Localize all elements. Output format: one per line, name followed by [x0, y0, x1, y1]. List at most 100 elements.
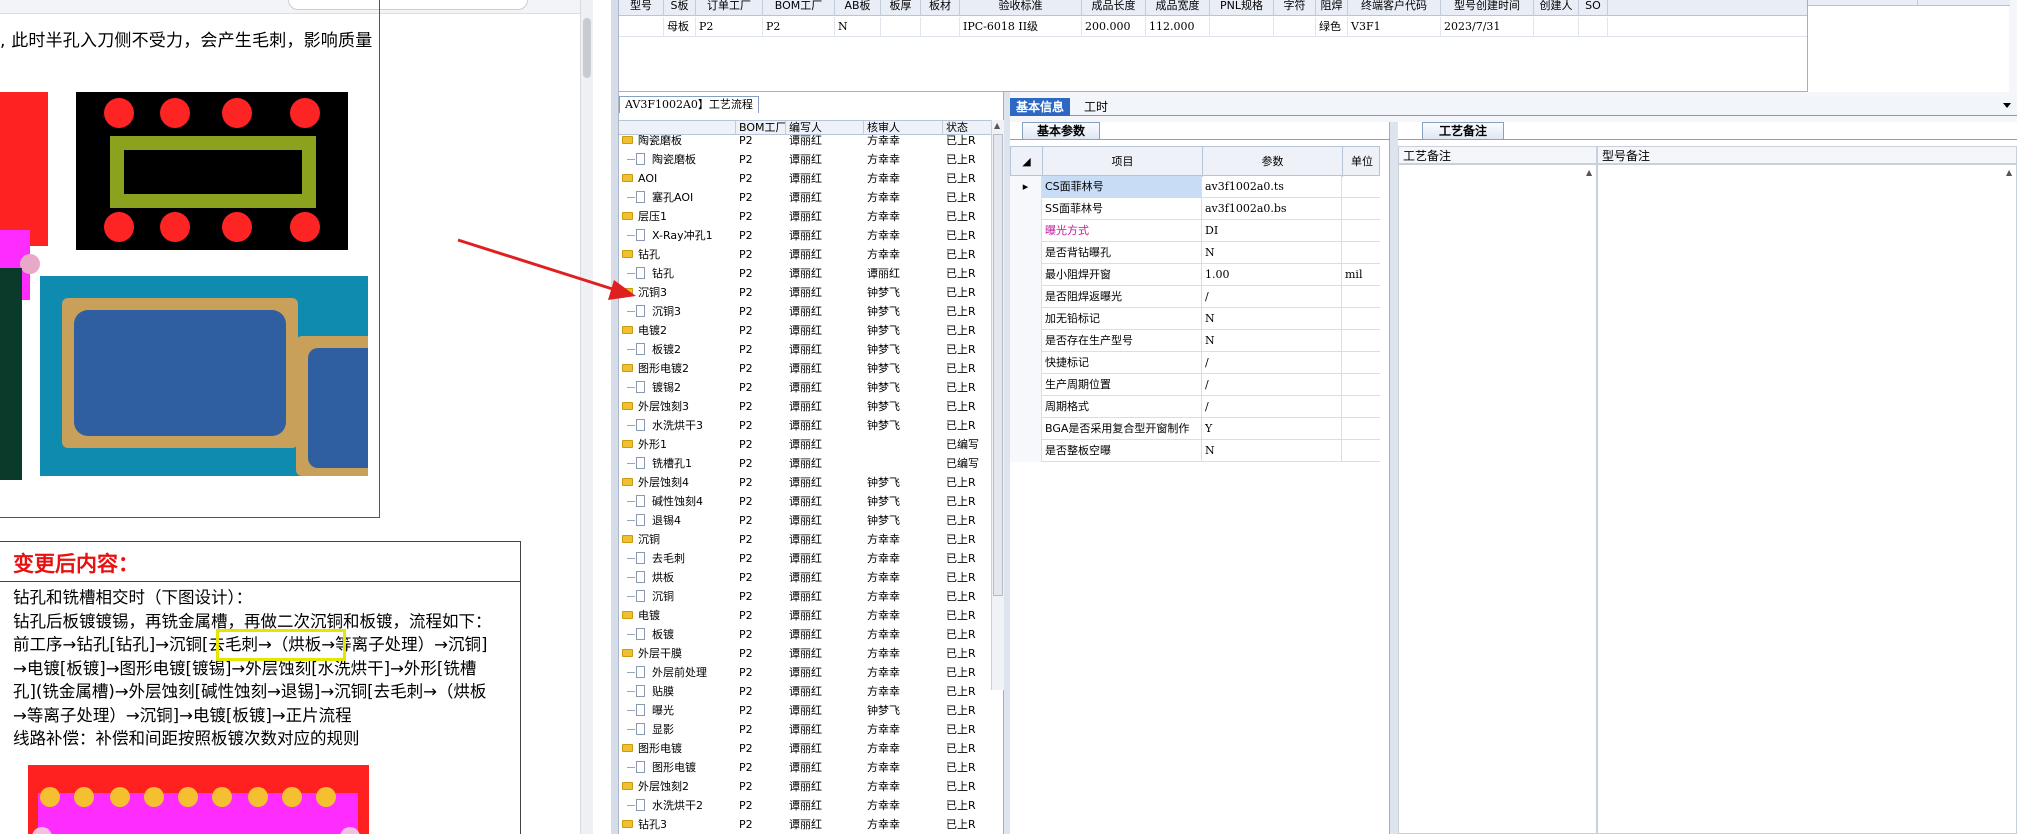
param-item[interactable]: 最小阻焊开窗 — [1042, 264, 1202, 286]
col-header[interactable]: S板 — [664, 0, 696, 16]
tree-row[interactable]: 塞孔AOI P2 谭丽红 方幸幸 已上R — [619, 188, 991, 207]
cell[interactable] — [1210, 17, 1274, 37]
param-value[interactable]: N — [1202, 440, 1342, 462]
param-value[interactable]: / — [1202, 352, 1342, 374]
tree-row[interactable]: 烘板 P2 谭丽红 方幸幸 已上R — [619, 568, 991, 587]
col-header-writer[interactable]: 编写人 — [786, 121, 864, 135]
param-row[interactable]: SS面菲林号 av3f1002a0.bs — [1010, 198, 1380, 220]
tree-row[interactable]: 板镀2 P2 谭丽红 钟梦飞 已上R — [619, 340, 991, 359]
cell[interactable]: N — [835, 17, 881, 37]
param-row[interactable]: 生产周期位置 / — [1010, 374, 1380, 396]
row-selector[interactable] — [1010, 242, 1042, 264]
tab-basic-info[interactable]: 基本信息 — [1010, 98, 1071, 116]
cell[interactable]: V3F1 — [1348, 17, 1441, 37]
tree-row[interactable]: 退锡4 P2 谭丽红 钟梦飞 已上R — [619, 511, 991, 530]
cell[interactable] — [1534, 17, 1579, 37]
document-scroll-thumb[interactable] — [583, 18, 591, 78]
col-header[interactable]: 型号 — [619, 0, 664, 16]
tree-row[interactable]: 曝光 P2 谭丽红 钟梦飞 已上R — [619, 701, 991, 720]
cell[interactable]: 2023/7/31 — [1441, 17, 1534, 37]
cell[interactable]: 母板 — [664, 17, 696, 37]
param-value[interactable]: / — [1202, 396, 1342, 418]
param-item[interactable]: 是否存在生产型号 — [1042, 330, 1202, 352]
col-header[interactable]: PNL规格 — [1210, 0, 1274, 16]
tree-row[interactable]: 外层前处理 P2 谭丽红 方幸幸 已上R — [619, 663, 991, 682]
col-header[interactable]: AB板 — [835, 0, 881, 16]
param-item[interactable]: 是否阻焊返曝光 — [1042, 286, 1202, 308]
cell[interactable]: 绿色 — [1316, 17, 1348, 37]
param-value[interactable]: DI — [1202, 220, 1342, 242]
cell[interactable]: P2 — [763, 17, 835, 37]
tree-row[interactable]: 层压1 P2 谭丽红 方幸幸 已上R — [619, 207, 991, 226]
cell[interactable]: 112.000 — [1146, 17, 1210, 37]
param-value[interactable]: av3f1002a0.bs — [1202, 198, 1342, 220]
tree-row[interactable]: X-Ray冲孔1 P2 谭丽红 方幸幸 已上R — [619, 226, 991, 245]
dropdown-arrow-icon[interactable] — [2003, 103, 2011, 108]
scroll-up-icon[interactable]: ▲ — [1586, 169, 1594, 177]
col-header-bom[interactable]: BOM工厂 — [736, 121, 786, 135]
tree-row[interactable]: 沉铜 P2 谭丽红 方幸幸 已上R — [619, 587, 991, 606]
process-flow-tab[interactable]: AV3F1002A0】工艺流程 — [619, 96, 759, 113]
cell[interactable]: 200.000 — [1082, 17, 1146, 37]
tree-row[interactable]: 陶瓷磨板 P2 谭丽红 方幸幸 已上R — [619, 150, 991, 169]
col-header-param[interactable]: 参数 — [1203, 147, 1343, 177]
col-header[interactable]: 型号创建时间 — [1441, 0, 1534, 16]
document-scrollbar[interactable] — [580, 0, 593, 834]
tree-row[interactable]: 图形电镀2 P2 谭丽红 钟梦飞 已上R — [619, 359, 991, 378]
param-value[interactable]: av3f1002a0.ts — [1202, 176, 1342, 198]
row-selector[interactable] — [1010, 396, 1042, 418]
row-selector[interactable] — [1010, 330, 1042, 352]
param-row[interactable]: 是否阻焊返曝光 / — [1010, 286, 1380, 308]
model-table-row[interactable]: 母板 P2 P2 N IPC-6018 II级 200.000 112.000 … — [619, 17, 1815, 37]
row-selector[interactable] — [1010, 352, 1042, 374]
tree-row[interactable]: 外层蚀刻2 P2 谭丽红 方幸幸 已上R — [619, 777, 991, 796]
tree-row[interactable]: 钻孔3 P2 谭丽红 方幸幸 已上R — [619, 815, 991, 834]
process-tree-scrollbar[interactable]: ▲ — [991, 120, 1004, 690]
tree-row[interactable]: 图形电镀 P2 谭丽红 方幸幸 已上R — [619, 758, 991, 777]
col-header-unit[interactable]: 单位 — [1343, 147, 1381, 177]
cell[interactable] — [1274, 17, 1316, 37]
process-tree-scroll-thumb[interactable] — [993, 134, 1003, 596]
side-col-header[interactable] — [1918, 0, 2010, 6]
param-item[interactable]: 快捷标记 — [1042, 352, 1202, 374]
col-header-status[interactable]: 状态 — [943, 121, 991, 135]
cell[interactable] — [921, 17, 960, 37]
row-selector[interactable] — [1010, 198, 1042, 220]
tree-row[interactable]: 贴膜 P2 谭丽红 方幸幸 已上R — [619, 682, 991, 701]
tree-row[interactable]: 镀锡2 P2 谭丽红 钟梦飞 已上R — [619, 378, 991, 397]
param-row[interactable]: 周期格式 / — [1010, 396, 1380, 418]
col-header[interactable]: 成品长度 — [1082, 0, 1146, 16]
tree-row[interactable]: 沉铜 P2 谭丽红 方幸幸 已上R — [619, 530, 991, 549]
col-header[interactable]: 成品宽度 — [1146, 0, 1210, 16]
tree-row[interactable]: 外层蚀刻4 P2 谭丽红 钟梦飞 已上R — [619, 473, 991, 492]
param-value[interactable]: N — [1202, 308, 1342, 330]
tree-row[interactable]: 板镀 P2 谭丽红 方幸幸 已上R — [619, 625, 991, 644]
side-col-header[interactable] — [1808, 0, 1918, 6]
tree-row[interactable]: 碱性蚀刻4 P2 谭丽红 钟梦飞 已上R — [619, 492, 991, 511]
param-value[interactable]: Y — [1202, 418, 1342, 440]
tree-row[interactable]: 图形电镀 P2 谭丽红 方幸幸 已上R — [619, 739, 991, 758]
param-value[interactable]: 1.00 — [1202, 264, 1342, 286]
param-row[interactable]: 快捷标记 / — [1010, 352, 1380, 374]
param-item[interactable]: 加无铅标记 — [1042, 308, 1202, 330]
tree-row[interactable]: 钻孔 P2 谭丽红 方幸幸 已上R — [619, 245, 991, 264]
param-value[interactable]: / — [1202, 286, 1342, 308]
cell[interactable] — [881, 17, 921, 37]
cell[interactable] — [619, 17, 664, 37]
tree-row[interactable]: 电镀 P2 谭丽红 方幸幸 已上R — [619, 606, 991, 625]
param-row[interactable]: 是否整板空曝 N — [1010, 440, 1380, 462]
cell[interactable]: IPC-6018 II级 — [960, 17, 1082, 37]
param-item[interactable]: 周期格式 — [1042, 396, 1202, 418]
tree-row[interactable]: 沉铜3 P2 谭丽红 钟梦飞 已上R — [619, 283, 991, 302]
param-row[interactable]: 曝光方式 DI — [1010, 220, 1380, 242]
param-row[interactable]: 最小阻焊开窗 1.00 mil — [1010, 264, 1380, 286]
tree-row[interactable]: 外层蚀刻3 P2 谭丽红 钟梦飞 已上R — [619, 397, 991, 416]
col-header-name[interactable] — [619, 121, 736, 135]
param-item[interactable]: BGA是否采用复合型开窗制作 — [1042, 418, 1202, 440]
cell[interactable]: P2 — [696, 17, 763, 37]
col-header[interactable]: 创建人 — [1534, 0, 1579, 16]
col-header[interactable]: 订单工厂 — [696, 0, 763, 16]
param-row[interactable]: ▸ CS面菲林号 av3f1002a0.ts — [1010, 176, 1380, 198]
row-selector[interactable] — [1010, 374, 1042, 396]
param-item[interactable]: CS面菲林号 — [1042, 176, 1202, 198]
